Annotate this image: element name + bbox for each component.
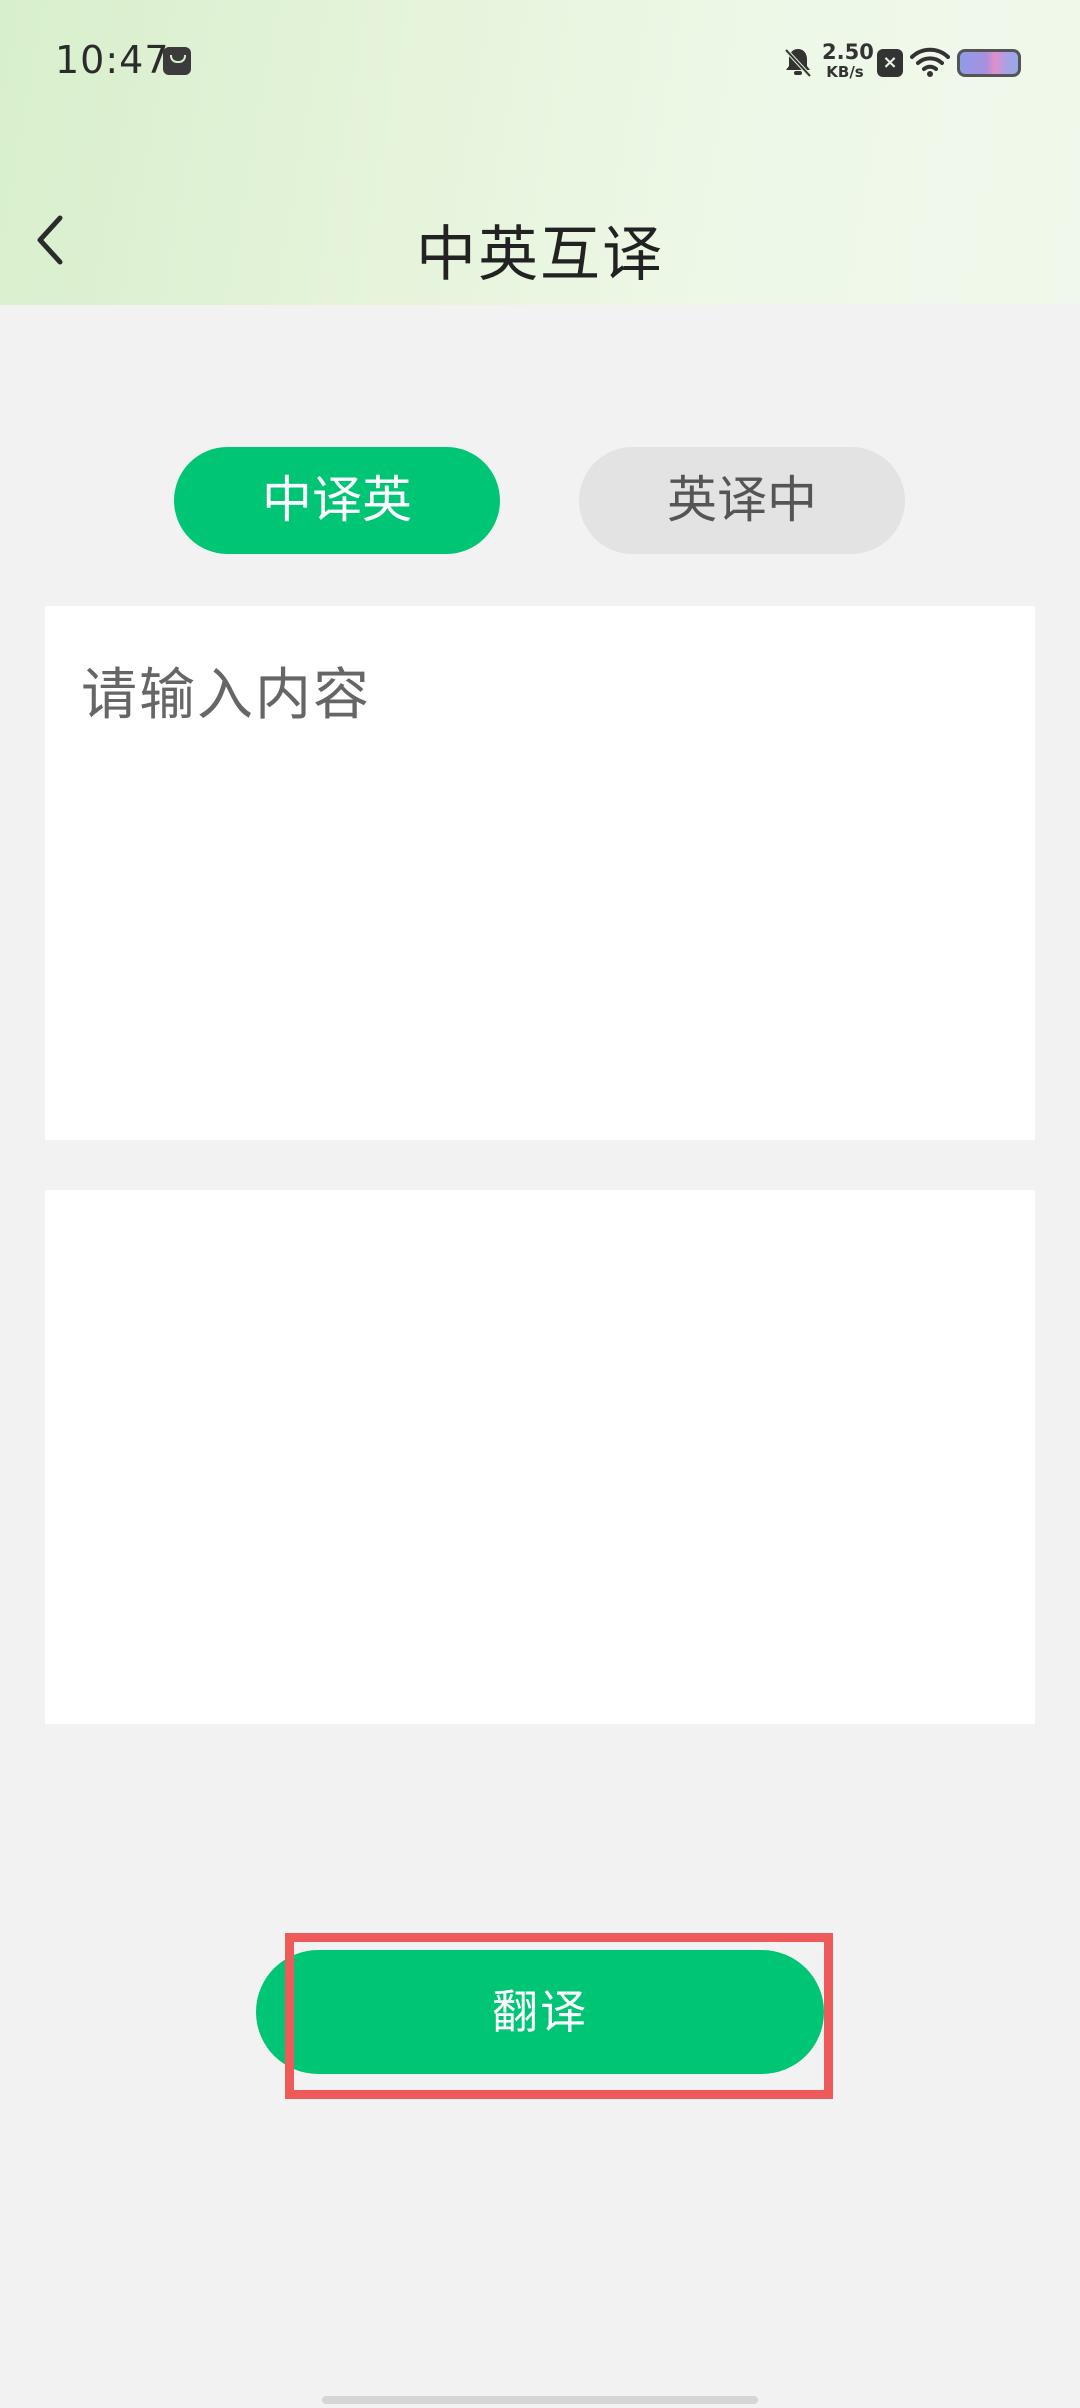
tab-chinese-to-english[interactable]: 中译英 xyxy=(174,447,500,554)
translate-button[interactable]: 翻译 xyxy=(256,1950,824,2074)
close-box-icon: × xyxy=(877,49,903,77)
wifi-icon xyxy=(910,47,950,77)
header-background: 10:47 2.50 KB/s × 中英互译 xyxy=(0,0,1080,305)
network-speed-unit: KB/s xyxy=(826,63,864,81)
tab-english-to-chinese[interactable]: 英译中 xyxy=(579,447,905,554)
battery-icon xyxy=(957,49,1021,77)
network-speed: 2.50 KB/s xyxy=(822,40,874,81)
input-placeholder: 请输入内容 xyxy=(81,663,371,728)
home-indicator xyxy=(322,2396,758,2404)
status-bar: 10:47 2.50 KB/s × xyxy=(0,0,1080,125)
nav-bar: 中英互译 xyxy=(0,170,1080,305)
bag-icon xyxy=(163,47,191,75)
bell-off-icon xyxy=(784,48,812,78)
status-time: 10:47 xyxy=(55,38,170,82)
source-text-input[interactable]: 请输入内容 xyxy=(45,606,1035,1140)
network-speed-value: 2.50 xyxy=(822,40,874,64)
page-title: 中英互译 xyxy=(416,220,664,290)
translation-output xyxy=(45,1190,1035,1724)
